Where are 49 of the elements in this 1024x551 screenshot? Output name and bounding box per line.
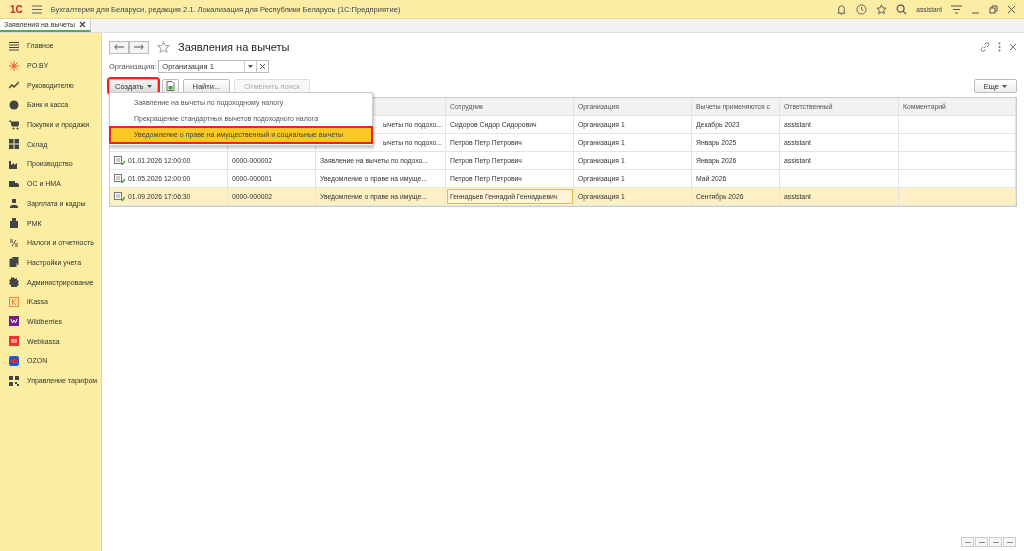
webkassa-icon <box>9 336 19 347</box>
books-icon <box>9 257 19 268</box>
document-icon <box>114 156 125 165</box>
app-logo: 1С <box>10 3 23 15</box>
save-button[interactable] <box>161 79 179 93</box>
tax-icon <box>9 237 19 248</box>
coin-icon <box>9 99 19 110</box>
person-icon <box>9 198 19 209</box>
left-arrow-icon <box>114 44 124 50</box>
star-icon <box>9 60 19 71</box>
form-title: Заявления на вычеты <box>178 41 290 53</box>
ozon-icon <box>9 355 19 366</box>
cart-icon <box>9 119 19 130</box>
close-icon[interactable] <box>1009 43 1017 51</box>
document-icon <box>114 174 125 183</box>
caret-icon <box>146 84 152 88</box>
register-icon <box>9 218 19 229</box>
restore-icon[interactable] <box>989 4 998 14</box>
star-icon[interactable] <box>876 3 888 15</box>
grid-icon <box>9 139 19 150</box>
gear-icon <box>9 277 19 288</box>
truck-icon <box>9 178 19 189</box>
page-button[interactable] <box>975 537 988 547</box>
dropdown-icon[interactable] <box>248 64 254 68</box>
search-icon[interactable] <box>896 3 908 15</box>
ikassa-icon <box>9 296 19 307</box>
page-button[interactable] <box>989 537 1002 547</box>
star-icon[interactable] <box>157 40 170 54</box>
caret-icon <box>1002 84 1007 88</box>
wb-icon <box>9 316 19 327</box>
clear-icon[interactable] <box>260 63 266 69</box>
link-icon[interactable] <box>980 42 990 52</box>
page-button[interactable] <box>961 537 974 547</box>
right-arrow-icon <box>134 44 144 50</box>
back-button[interactable] <box>109 40 129 54</box>
forward-button[interactable] <box>129 40 149 54</box>
history-icon[interactable] <box>856 3 868 15</box>
chart-icon <box>9 80 19 91</box>
close-icon[interactable] <box>78 21 86 28</box>
menu-icon <box>9 40 19 51</box>
document-icon <box>114 192 125 201</box>
more-icon[interactable] <box>998 42 1001 52</box>
menu-icon[interactable] <box>31 4 42 14</box>
close-icon[interactable] <box>1007 4 1016 14</box>
bell-icon[interactable] <box>836 3 848 15</box>
factory-icon <box>9 158 19 169</box>
filter-icon[interactable] <box>951 4 962 14</box>
page-button[interactable] <box>1003 537 1016 547</box>
tiles-icon <box>9 375 19 386</box>
